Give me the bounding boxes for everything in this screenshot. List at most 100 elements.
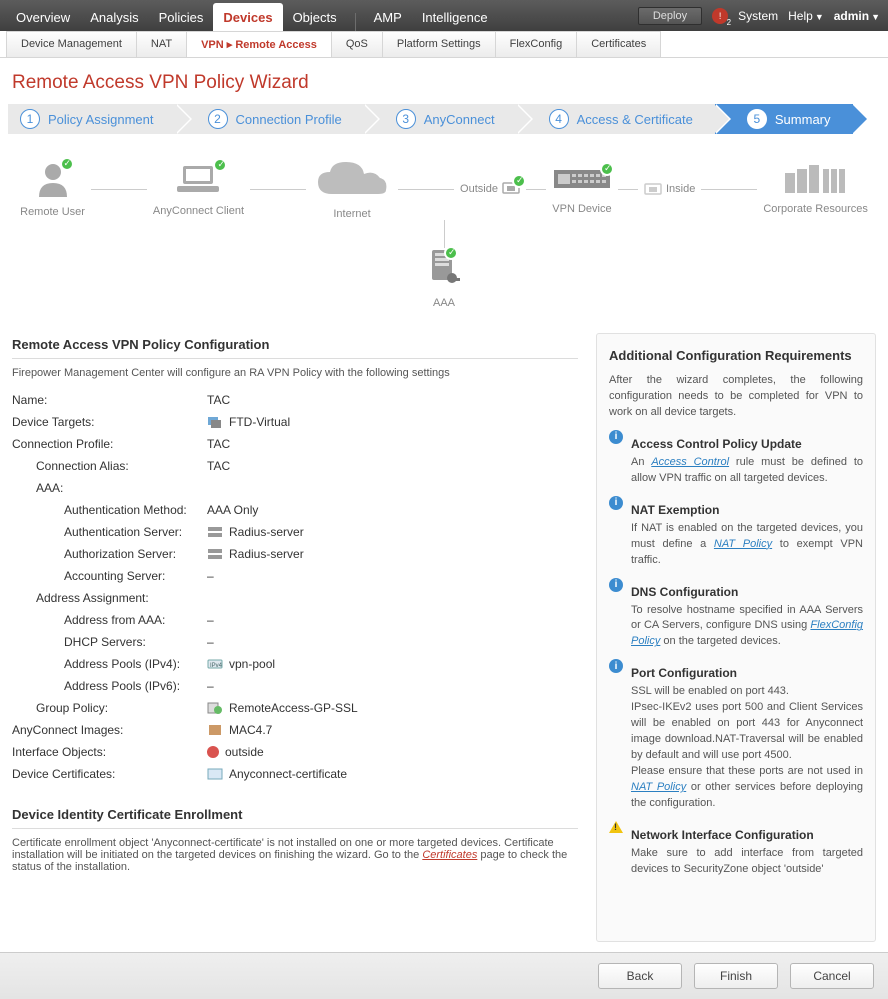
group-policy-icon [207, 701, 223, 715]
row-interface-objects: Interface Objects:outside [12, 741, 578, 763]
node-remote-user: Remote User [20, 161, 85, 218]
info-icon: i [609, 430, 623, 444]
deploy-button[interactable]: Deploy [638, 7, 702, 25]
cancel-button[interactable]: Cancel [790, 963, 874, 989]
info-icon: i [609, 578, 623, 592]
tab-analysis[interactable]: Analysis [80, 3, 148, 31]
req-title: Access Control Policy Update [631, 437, 863, 451]
req-port-config: i Port Configuration SSL will be enabled… [609, 658, 863, 812]
alerts-count: 2 [727, 18, 731, 27]
info-icon: i [609, 496, 623, 510]
requirements-intro: After the wizard completes, the followin… [609, 373, 863, 421]
nat-policy-link[interactable]: NAT Policy [714, 538, 772, 550]
tab-amp[interactable]: AMP [364, 3, 412, 31]
back-button[interactable]: Back [598, 963, 682, 989]
nav-separator [355, 13, 356, 31]
req-title: DNS Configuration [631, 585, 863, 599]
subtab-flexconfig[interactable]: FlexConfig [495, 31, 578, 57]
tab-policies[interactable]: Policies [149, 3, 214, 31]
certificate-icon [207, 767, 223, 781]
node-internet: Internet [312, 158, 392, 220]
svg-text:IPv4: IPv4 [210, 663, 223, 669]
summary-left: Remote Access VPN Policy Configuration F… [12, 333, 578, 942]
row-acct-server: Accounting Server:– [12, 565, 578, 587]
connector-vertical [444, 220, 445, 248]
req-access-control: i Access Control Policy Update An Access… [609, 429, 863, 487]
step-number: 5 [747, 109, 767, 129]
step-label: Access & Certificate [577, 112, 693, 127]
info-icon: i [609, 659, 623, 673]
row-name: Name:TAC [12, 389, 578, 411]
tab-objects[interactable]: Objects [283, 3, 347, 31]
step-access-certificate[interactable]: 4Access & Certificate [517, 104, 715, 134]
row-connection-profile: Connection Profile:TAC [12, 433, 578, 455]
row-address-pools-ipv6: Address Pools (IPv6):– [12, 675, 578, 697]
cloud-icon [312, 158, 392, 202]
access-control-link[interactable]: Access Control [651, 456, 729, 468]
connector [398, 189, 454, 190]
step-summary[interactable]: 5Summary [715, 104, 853, 134]
row-address-assignment: Address Assignment: [12, 587, 578, 609]
row-dhcp-servers: DHCP Servers:– [12, 631, 578, 653]
step-policy-assignment[interactable]: 1 Policy Assignment [8, 104, 176, 134]
tab-overview[interactable]: Overview [6, 3, 80, 31]
req-nat-exemption: i NAT Exemption If NAT is enabled on the… [609, 495, 863, 569]
server-icon [207, 547, 223, 561]
node-label: Remote User [20, 206, 85, 218]
subtab-qos[interactable]: QoS [331, 31, 383, 57]
config-heading: Remote Access VPN Policy Configuration [12, 333, 578, 359]
node-label: Corporate Resources [763, 203, 868, 215]
node-aaa: AAA [426, 248, 462, 309]
nav-system[interactable]: System [738, 9, 778, 23]
step-label: Policy Assignment [48, 112, 154, 127]
node-inside-interface: Inside [644, 181, 695, 197]
certificates-link[interactable]: Certificates [422, 849, 477, 861]
requirements-heading: Additional Configuration Requirements [609, 344, 863, 369]
nav-help[interactable]: Help▼ [788, 9, 824, 23]
tab-devices[interactable]: Devices [213, 3, 282, 31]
step-label: AnyConnect [424, 112, 495, 127]
tab-intelligence[interactable]: Intelligence [412, 3, 498, 31]
subtab-vpn-remote-access[interactable]: VPN ▸ Remote Access [186, 31, 332, 57]
req-title: Network Interface Configuration [631, 828, 863, 842]
zone-icon [207, 746, 219, 758]
nat-policy-link-2[interactable]: NAT Policy [631, 781, 686, 793]
subtab-certificates[interactable]: Certificates [576, 31, 661, 57]
top-nav-tabs: Overview Analysis Policies Devices Objec… [6, 0, 498, 31]
node-label: AAA [433, 297, 455, 309]
step-number: 1 [20, 109, 40, 129]
wizard-footer: Back Finish Cancel [0, 952, 888, 999]
node-corporate-resources: Corporate Resources [763, 163, 868, 215]
connector [618, 189, 638, 190]
subtab-platform-settings[interactable]: Platform Settings [382, 31, 496, 57]
check-icon [600, 162, 614, 176]
row-address-pools-ipv4: Address Pools (IPv4):IPv4vpn-pool [12, 653, 578, 675]
check-icon [213, 158, 227, 172]
chevron-down-icon: ▼ [871, 12, 880, 22]
step-label: Connection Profile [236, 112, 342, 127]
nav-user[interactable]: admin▼ [834, 9, 880, 23]
check-icon [444, 246, 458, 260]
server-icon [207, 525, 223, 539]
node-label: VPN Device [552, 203, 611, 215]
row-device-certificates: Device Certificates:Anyconnect-certifica… [12, 763, 578, 785]
subtab-nat[interactable]: NAT [136, 31, 187, 57]
subtab-device-management[interactable]: Device Management [6, 31, 137, 57]
req-dns-config: i DNS Configuration To resolve hostname … [609, 577, 863, 651]
node-anyconnect-client: AnyConnect Client [153, 162, 244, 217]
finish-button[interactable]: Finish [694, 963, 778, 989]
step-connection-profile[interactable]: 2Connection Profile [176, 104, 364, 134]
warning-icon [609, 821, 623, 833]
connector [526, 189, 546, 190]
enrollment-heading: Device Identity Certificate Enrollment [12, 803, 578, 829]
row-address-from-aaa: Address from AAA:– [12, 609, 578, 631]
node-label: AnyConnect Client [153, 205, 244, 217]
top-nav: Overview Analysis Policies Devices Objec… [0, 0, 888, 31]
step-anyconnect[interactable]: 3AnyConnect [364, 104, 517, 134]
row-group-policy: Group Policy:RemoteAccess-GP-SSL [12, 697, 578, 719]
package-icon [207, 723, 223, 737]
sub-nav: Device Management NAT VPN ▸ Remote Acces… [0, 31, 888, 58]
summary-content: Remote Access VPN Policy Configuration F… [0, 333, 888, 952]
alerts-indicator-icon[interactable]: !2 [712, 8, 728, 24]
nic-icon [644, 181, 662, 197]
